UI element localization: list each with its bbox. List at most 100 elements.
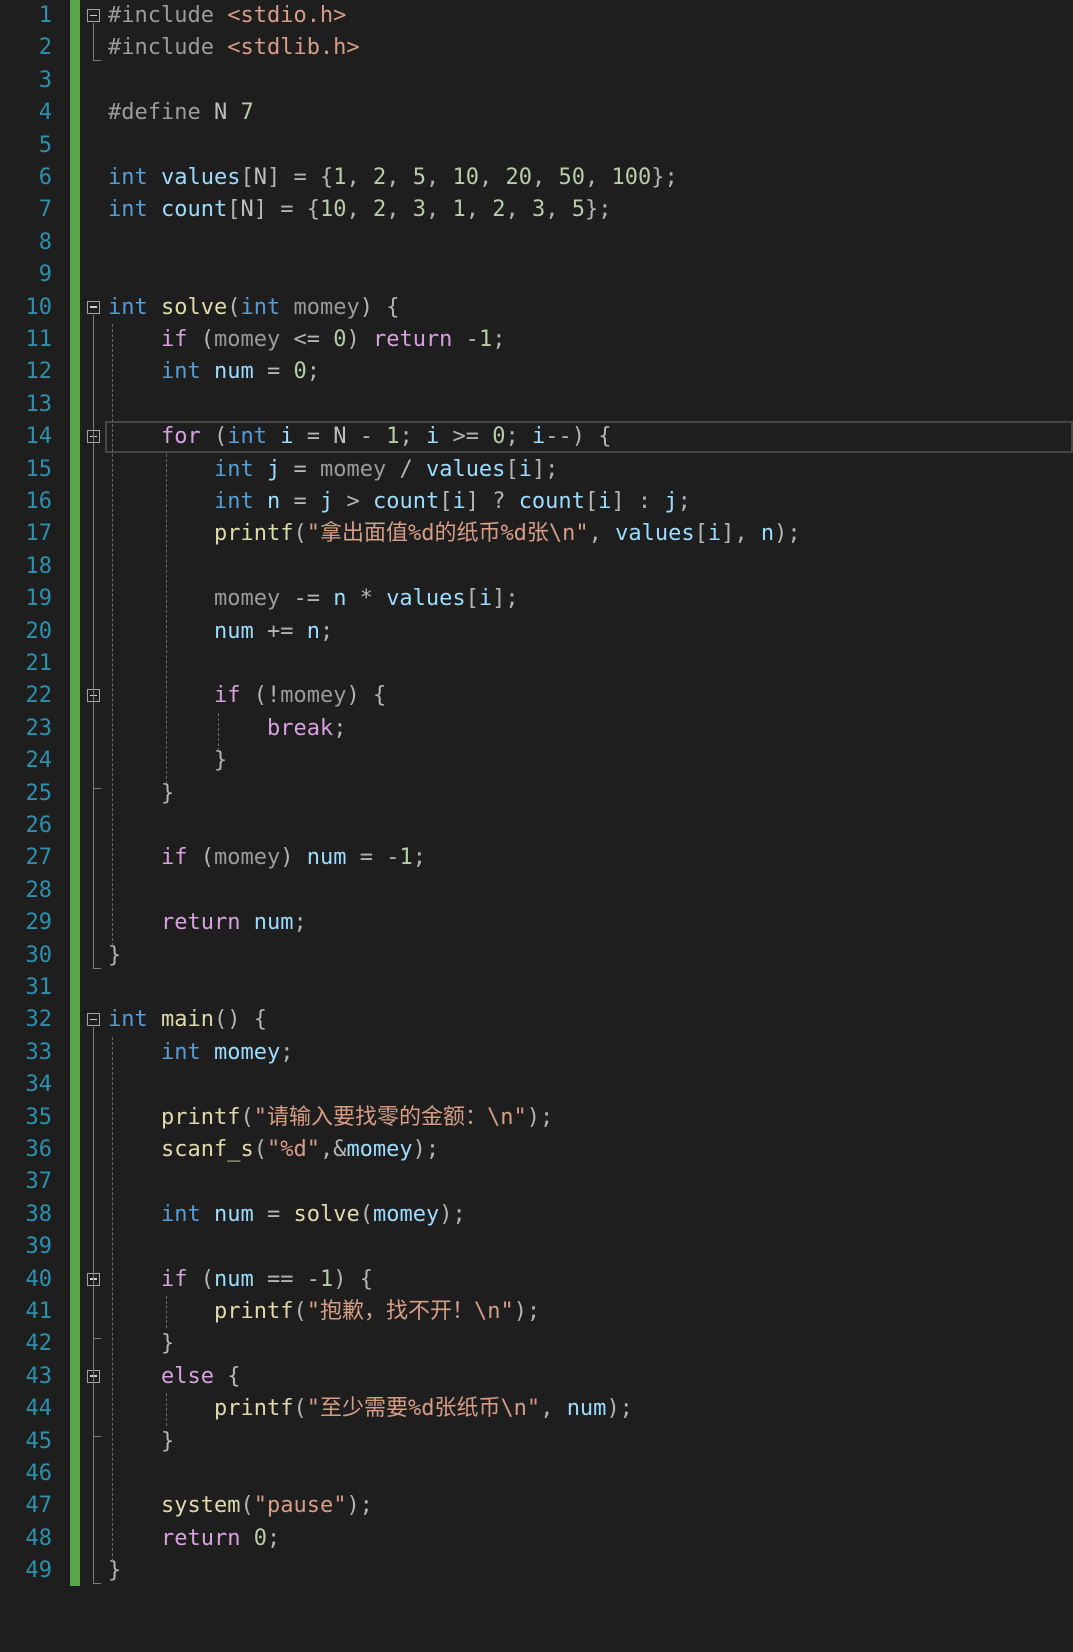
code-token: ;	[266, 1525, 281, 1551]
code-token: ] = {	[253, 197, 320, 223]
code-line[interactable]: 27 if (momey) num = -1;	[0, 842, 1073, 874]
code-line[interactable]: 40 if (num == -1) {	[0, 1264, 1073, 1296]
code-line[interactable]: 28	[0, 875, 1073, 907]
line-code: else {	[108, 1361, 240, 1393]
code-token: if	[160, 327, 188, 352]
code-line[interactable]: 44 printf("至少需要%d张纸币\n", num);	[0, 1393, 1073, 1425]
code-token: num	[213, 1201, 254, 1227]
code-line[interactable]: 12 int num = 0;	[0, 356, 1073, 388]
code-line[interactable]: 18	[0, 551, 1073, 583]
code-token: printf	[213, 1396, 294, 1422]
code-line[interactable]: 45 }	[0, 1426, 1073, 1458]
code-line[interactable]: 35 printf("请输入要找零的金额：\n");	[0, 1102, 1073, 1134]
code-token: /	[386, 456, 426, 482]
code-token: }	[108, 1331, 175, 1357]
code-token: );	[606, 1396, 633, 1422]
code-line[interactable]: 13	[0, 389, 1073, 421]
code-token: main	[161, 1007, 214, 1033]
code-line[interactable]: 11 if (momey <= 0) return -1;	[0, 324, 1073, 356]
code-token: 0	[253, 1525, 267, 1551]
code-token: () {	[213, 1007, 267, 1033]
code-line[interactable]: 48 return 0;	[0, 1523, 1073, 1555]
fold-toggle-icon[interactable]	[87, 9, 100, 22]
code-token: 5	[571, 197, 585, 223]
code-line[interactable]: 26	[0, 810, 1073, 842]
code-token: 10	[452, 165, 479, 190]
code-token: ,	[465, 197, 493, 223]
code-line[interactable]: 31	[0, 972, 1073, 1004]
code-token: 1	[478, 327, 493, 352]
code-line[interactable]: 21	[0, 648, 1073, 680]
code-token: momey	[280, 683, 347, 709]
code-line[interactable]: 19 momey -= n * values[i];	[0, 583, 1073, 615]
code-line[interactable]: 8	[0, 227, 1073, 259]
fold-toggle-icon[interactable]	[87, 1013, 100, 1027]
code-token: "拿出面值%d的纸币%d张\n"	[306, 521, 589, 547]
code-line[interactable]: 37	[0, 1166, 1073, 1198]
code-token: count	[372, 489, 440, 514]
code-line[interactable]: 20 num += n;	[0, 616, 1073, 648]
code-line[interactable]: 29 return num;	[0, 907, 1073, 939]
code-line[interactable]: 23 break;	[0, 713, 1073, 745]
code-token: if	[160, 845, 188, 871]
code-line[interactable]: 17 printf("拿出面值%d的纸币%d张\n", values[i], n…	[0, 518, 1073, 550]
code-line[interactable]: 1 #include <stdio.h>	[0, 0, 1073, 32]
code-line[interactable]: 4 #define N 7	[0, 97, 1073, 129]
code-line[interactable]: 2 #include <stdlib.h>	[0, 32, 1073, 64]
line-code: printf("抱歉，找不开！\n");	[108, 1296, 540, 1328]
line-number: 39	[25, 1234, 53, 1260]
code-editor[interactable]: 1 #include <stdio.h> 2 #include <stdlib.h> 3…	[0, 0, 1073, 1652]
code-line[interactable]: 39	[0, 1231, 1073, 1263]
code-line[interactable]: 42 }	[0, 1328, 1073, 1360]
code-line[interactable]: 38 int num = solve(momey);	[0, 1199, 1073, 1231]
code-line[interactable]: 25 }	[0, 778, 1073, 810]
code-token: (	[293, 1396, 307, 1422]
code-token: int	[108, 165, 148, 190]
code-line[interactable]: 30}	[0, 940, 1073, 972]
code-line[interactable]: 15 int j = momey / values[i];	[0, 454, 1073, 486]
code-token: int	[240, 294, 281, 320]
line-number: 26	[25, 813, 53, 838]
code-line[interactable]: 33 int momey;	[0, 1037, 1073, 1069]
code-token: (!	[240, 683, 281, 709]
code-line[interactable]: 24 }	[0, 745, 1073, 777]
code-line[interactable]: 34	[0, 1069, 1073, 1101]
code-token: 1	[319, 1266, 334, 1292]
code-token: i	[707, 521, 722, 547]
code-token: = -	[346, 845, 400, 871]
line-code: printf("拿出面值%d的纸币%d张\n", values[i], n);	[108, 518, 801, 550]
code-line[interactable]: 43 else {	[0, 1361, 1073, 1393]
code-line[interactable]: 10 int solve(int momey) {	[0, 292, 1073, 324]
code-line[interactable]: 49}	[0, 1555, 1073, 1587]
code-line[interactable]: 41 printf("抱歉，找不开！\n");	[0, 1296, 1073, 1328]
fold-toggle-icon[interactable]	[87, 300, 100, 314]
code-token: ] :	[611, 489, 665, 514]
line-code: momey -= n * values[i];	[108, 583, 519, 615]
line-code: int count[N] = {10, 2, 3, 1, 2, 3, 5};	[108, 194, 611, 226]
code-line[interactable]: 36 scanf_s("%d",&momey);	[0, 1134, 1073, 1166]
line-number: 29	[25, 910, 53, 936]
code-line[interactable]: 32 int main() {	[0, 1004, 1073, 1036]
code-line[interactable]: 46	[0, 1458, 1073, 1490]
code-line[interactable]: 3	[0, 65, 1073, 97]
code-line[interactable]: 47 system("pause");	[0, 1490, 1073, 1522]
code-line[interactable]: 7 int count[N] = {10, 2, 3, 1, 2, 3, 5};	[0, 194, 1073, 226]
code-token: ) {	[359, 294, 400, 320]
code-token: <stdio.h>	[227, 3, 347, 28]
code-token: i	[598, 489, 612, 514]
code-token: if	[160, 1266, 188, 1292]
code-line[interactable]: 6 int values[N] = {1, 2, 5, 10, 20, 50, 1…	[0, 162, 1073, 194]
line-number: 41	[25, 1299, 53, 1324]
code-line[interactable]: 22 if (!momey) {	[0, 680, 1073, 712]
code-line[interactable]: 5	[0, 130, 1073, 162]
code-line[interactable]: 16 int n = j > count[i] ? count[i] : j;	[0, 486, 1073, 518]
code-line[interactable]: 9	[0, 259, 1073, 291]
